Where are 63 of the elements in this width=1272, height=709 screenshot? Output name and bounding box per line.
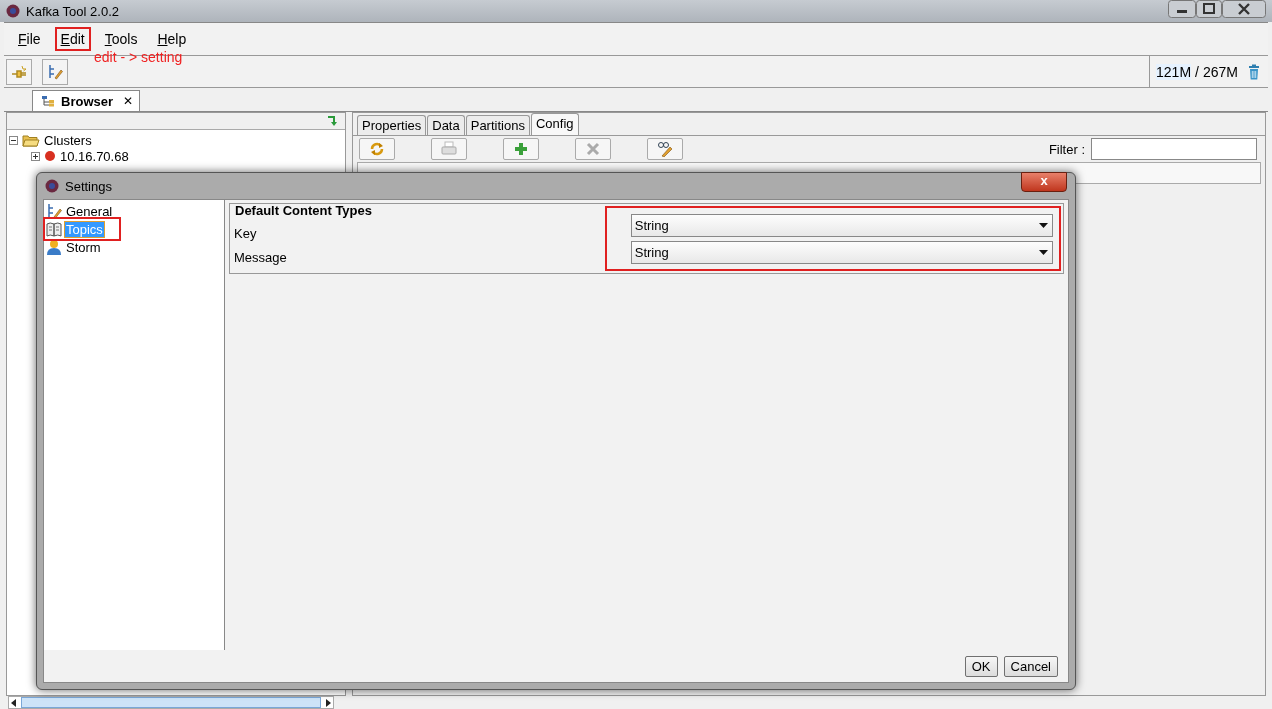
app-icon <box>6 4 20 18</box>
category-item[interactable]: Storm <box>65 239 102 255</box>
detail-tab[interactable]: Data <box>427 115 465 135</box>
menu-item[interactable]: Help <box>151 27 193 51</box>
tree-pencil-icon <box>47 63 63 80</box>
memory-separator: / <box>1195 63 1199 80</box>
dropdown-arrow-icon <box>1039 250 1048 255</box>
cancel-button[interactable]: Cancel <box>1003 655 1058 677</box>
cross-icon <box>585 141 601 157</box>
add-button[interactable] <box>503 138 539 160</box>
ok-button[interactable]: OK <box>964 655 998 677</box>
memory-used: 121M <box>1156 63 1192 80</box>
menu-item[interactable]: Edit <box>54 27 91 51</box>
menu-item[interactable]: File <box>12 27 47 51</box>
filter-label: Filter : <box>1048 141 1085 157</box>
plus-icon <box>513 141 529 157</box>
plug-icon <box>11 64 27 79</box>
filter-field[interactable] <box>1091 138 1257 160</box>
scroll-right-icon <box>323 697 333 708</box>
field-label: Message <box>234 250 287 265</box>
print-button[interactable] <box>431 138 467 160</box>
group-title: Default Content Types <box>235 203 373 218</box>
type-dropdown[interactable]: String <box>630 214 1053 237</box>
refresh-button[interactable] <box>359 138 395 160</box>
status-dot-icon <box>44 150 56 162</box>
trash-icon <box>1248 63 1260 80</box>
folder-icon <box>22 133 40 147</box>
garbage-collect-button[interactable] <box>1248 63 1260 80</box>
scroll-left-icon <box>9 697 19 708</box>
close-button[interactable]: x <box>1021 172 1067 192</box>
app-icon <box>45 179 59 193</box>
down-arrow-icon <box>327 115 339 127</box>
add-cluster-button[interactable] <box>6 58 32 85</box>
tree-item[interactable]: Clusters <box>44 132 92 148</box>
type-dropdown[interactable]: String <box>630 241 1053 264</box>
minimize-icon <box>1168 0 1196 18</box>
category-item[interactable]: General <box>65 203 114 219</box>
refresh-icon <box>369 141 385 157</box>
printer-icon <box>441 141 457 157</box>
edit-button[interactable] <box>647 138 683 160</box>
book-icon <box>46 221 62 237</box>
memory-total: 267M <box>1202 63 1238 80</box>
glasses-pencil-icon <box>657 141 673 157</box>
detail-tab[interactable]: Config <box>530 113 579 135</box>
dialog-title: Settings <box>65 178 112 194</box>
detail-tab[interactable]: Properties <box>357 115 427 135</box>
dropdown-arrow-icon <box>1039 223 1048 228</box>
maximize-icon <box>1196 0 1222 18</box>
browser-tab[interactable]: Browser ✕ <box>32 90 141 111</box>
annotation-note: edit - > setting <box>94 49 183 65</box>
menu-item[interactable]: Tools <box>98 27 144 51</box>
window-title: Kafka Tool 2.0.2 <box>26 4 119 19</box>
close-tab-button[interactable]: ✕ <box>123 94 134 108</box>
tree-item[interactable]: 10.16.70.68 <box>60 148 129 164</box>
close-icon <box>1222 0 1266 18</box>
tree-pencil-icon <box>46 203 62 219</box>
edit-tree-button[interactable] <box>42 58 68 85</box>
delete-button[interactable] <box>575 138 611 160</box>
detail-tab[interactable]: Partitions <box>465 115 530 135</box>
tree-icon <box>41 95 57 107</box>
horizontal-scrollbar[interactable] <box>8 696 334 709</box>
person-icon <box>46 239 62 255</box>
field-label: Key <box>234 226 258 241</box>
